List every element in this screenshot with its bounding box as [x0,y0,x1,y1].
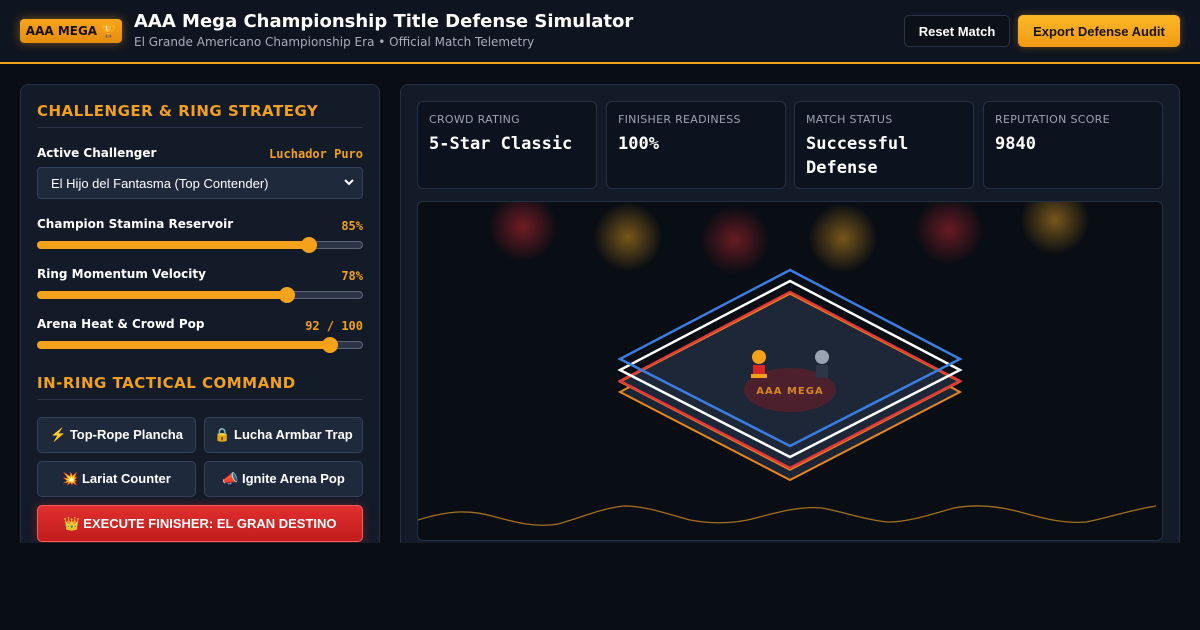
slider-thumb[interactable] [278,287,295,303]
tactical-section-title: IN-RING TACTICAL COMMAND [37,374,296,392]
lucha-armbar-trap-button[interactable]: 🔒 Lucha Armbar Trap [204,417,363,453]
page-footer-area [0,543,1200,630]
momentum-slider[interactable] [37,287,363,303]
slider-value-momentum: 78% [341,269,363,283]
stat-card-reputation-score: REPUTATION SCORE 9840 [983,101,1163,189]
app-title: AAA Mega Championship Title Defense Simu… [134,11,634,32]
reset-match-button[interactable]: Reset Match [904,15,1010,47]
stat-value: 9840 [995,134,1036,154]
telemetry-wave [418,505,1157,526]
brand-badge: AAA MEGA 🏆 [20,19,122,43]
stat-label: REPUTATION SCORE [995,113,1110,126]
telemetry-panel: CROWD RATING 5-Star Classic FINISHER REA… [400,84,1180,554]
execute-finisher-button[interactable]: 👑 EXECUTE FINISHER: EL GRAN DESTINO [37,505,363,542]
slider-thumb[interactable] [322,337,339,353]
app-subtitle: El Grande Americano Championship Era • O… [134,35,535,49]
stat-card-crowd-rating: CROWD RATING 5-Star Classic [417,101,597,189]
arena-visualization: AAA MEGA [417,201,1163,541]
stat-value: Successful Defense [806,134,909,178]
stat-card-finisher-readiness: FINISHER READINESS 100% [606,101,786,189]
stat-label: FINISHER READINESS [618,113,741,126]
ignite-arena-pop-button[interactable]: 📣 Ignite Arena Pop [204,461,363,497]
section-divider [37,127,363,128]
challenger-select[interactable]: El Hijo del Fantasma (Top Contender) [37,167,363,199]
strategy-panel: CHALLENGER & RING STRATEGY Active Challe… [20,84,380,554]
slider-label-stamina: Champion Stamina Reservoir [37,217,234,231]
chevron-down-icon [344,179,354,186]
mat-logo-text: AAA MEGA [756,386,823,397]
slider-fill [37,341,331,349]
slider-value-crowd: 92 / 100 [305,319,363,333]
challenger-style: Luchador Puro [269,147,363,161]
stat-label: CROWD RATING [429,113,521,126]
crowd-heat-slider[interactable] [37,337,363,353]
top-rope-plancha-button[interactable]: ⚡ Top-Rope Plancha [37,417,196,453]
app-header: AAA MEGA 🏆 AAA Mega Championship Title D… [0,0,1200,64]
challenger-select-value: El Hijo del Fantasma (Top Contender) [51,175,269,191]
slider-fill [37,291,287,299]
slider-label-crowd: Arena Heat & Crowd Pop [37,317,205,331]
slider-value-stamina: 85% [341,219,363,233]
lariat-counter-button[interactable]: 💥 Lariat Counter [37,461,196,497]
slider-label-momentum: Ring Momentum Velocity [37,267,206,281]
stat-label: MATCH STATUS [806,113,893,126]
stat-value: 5-Star Classic [429,134,573,154]
challenger-label: Active Challenger [37,146,157,160]
export-defense-audit-button[interactable]: Export Defense Audit [1018,15,1180,47]
stamina-slider[interactable] [37,237,363,253]
section-divider [37,399,363,400]
slider-fill [37,241,309,249]
stat-card-match-status: MATCH STATUS Successful Defense [794,101,974,189]
slider-thumb[interactable] [300,237,317,253]
strategy-section-title: CHALLENGER & RING STRATEGY [37,102,319,120]
stat-value: 100% [618,134,659,154]
ring-graphic: AAA MEGA [418,268,1157,526]
